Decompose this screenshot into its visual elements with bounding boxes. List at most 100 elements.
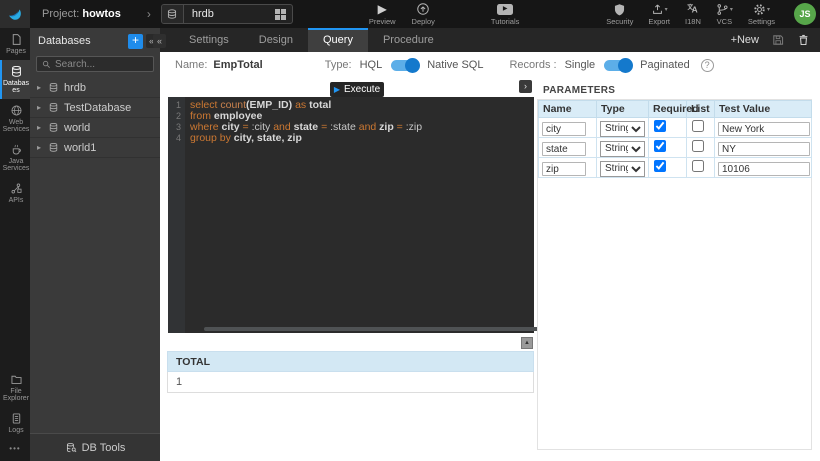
breadcrumb-chevron-icon: › <box>147 7 151 21</box>
param-required-checkbox[interactable] <box>654 160 666 172</box>
param-type-select[interactable]: String <box>600 161 645 177</box>
result-row: 1 <box>167 372 534 393</box>
tab-procedure[interactable]: Procedure <box>368 28 449 52</box>
parameter-row: String <box>539 138 812 158</box>
collapse-sidebar-chip[interactable]: « <box>153 34 166 48</box>
db-tools-icon <box>65 442 77 454</box>
tab-settings[interactable]: Settings <box>174 28 244 52</box>
vcs-button[interactable]: ▾ VCS <box>716 2 733 26</box>
more-options-icon[interactable]: ••• <box>0 438 30 459</box>
tab-design[interactable]: Design <box>244 28 308 52</box>
type-toggle[interactable] <box>391 60 418 71</box>
expand-caret-icon[interactable]: ▸ <box>37 103 46 112</box>
sidebar-item-databases[interactable]: Databases <box>0 60 30 99</box>
records-option-single[interactable]: Single <box>565 59 596 71</box>
search-input[interactable] <box>55 59 145 70</box>
sql-editor[interactable]: 1234 select count(EMP_ID) as totalfrom e… <box>168 97 534 333</box>
param-list-checkbox[interactable] <box>692 160 704 172</box>
database-icon <box>48 142 59 153</box>
app-logo[interactable] <box>0 0 30 28</box>
db-tools-button[interactable]: DB Tools <box>30 433 160 461</box>
database-icon <box>48 102 59 113</box>
new-query-button[interactable]: +New <box>731 34 759 46</box>
security-shield-icon <box>613 2 626 16</box>
caret-down-icon: ▾ <box>665 6 668 13</box>
preview-play-icon: ▶ <box>378 2 387 16</box>
coffee-cup-icon <box>10 143 23 156</box>
tutorials-video-icon: ▶ <box>497 2 513 16</box>
param-test-value-input[interactable] <box>718 162 810 176</box>
deploy-button[interactable]: Deploy <box>412 2 435 26</box>
parameters-title: PARAMETERS <box>543 85 615 96</box>
param-type-select[interactable]: String <box>600 121 645 137</box>
editor-code[interactable]: select count(EMP_ID) as totalfrom employ… <box>185 97 534 333</box>
expand-caret-icon[interactable]: ▸ <box>37 123 46 132</box>
param-list-checkbox[interactable] <box>692 120 704 132</box>
expand-params-icon[interactable]: › <box>519 80 532 93</box>
sidebar-item-logs[interactable]: Logs <box>0 407 30 439</box>
save-icon[interactable] <box>771 33 785 47</box>
type-option-hql[interactable]: HQL <box>360 59 383 71</box>
records-option-paginated[interactable]: Paginated <box>640 59 690 71</box>
parameter-row: String <box>539 158 812 178</box>
param-type-select[interactable]: String <box>600 141 645 157</box>
page-icon <box>10 33 23 46</box>
db-tree-item[interactable]: ▸ world <box>30 118 160 138</box>
query-tab-bar: Settings Design Query Procedure +New <box>160 28 820 52</box>
delete-trash-icon[interactable] <box>797 33 810 47</box>
user-avatar[interactable]: JS <box>794 3 816 25</box>
line-number: 2 <box>168 111 185 122</box>
records-toggle[interactable] <box>604 60 631 71</box>
add-database-button[interactable]: + <box>128 34 143 49</box>
project-name: howtos <box>82 8 121 20</box>
security-button[interactable]: Security <box>606 2 633 26</box>
sidebar-item-pages[interactable]: Pages <box>0 28 30 60</box>
db-tree-item[interactable]: ▸TestDatabase <box>30 98 160 118</box>
param-name-input[interactable] <box>542 142 586 156</box>
database-search[interactable] <box>36 56 154 72</box>
name-label: Name: <box>175 59 207 71</box>
line-number: 1 <box>168 100 185 111</box>
database-icon <box>48 122 59 133</box>
horizontal-scrollbar[interactable] <box>204 327 544 331</box>
param-list-checkbox[interactable] <box>692 140 704 152</box>
expand-caret-icon[interactable]: ▸ <box>37 83 46 92</box>
deploy-icon <box>416 2 430 16</box>
editor-gutter: 1234 <box>168 97 185 333</box>
param-test-value-input[interactable] <box>718 142 810 156</box>
database-selector[interactable]: hrdb <box>161 4 293 24</box>
execute-button[interactable]: ▶ Execute <box>330 82 384 97</box>
col-test-value: Test Value <box>715 101 812 118</box>
param-name-input[interactable] <box>542 162 586 176</box>
preview-button[interactable]: ▶ Preview <box>369 2 396 26</box>
parameters-body: String String String <box>539 118 812 178</box>
type-option-native-sql[interactable]: Native SQL <box>427 59 483 71</box>
database-name: world <box>64 122 90 134</box>
grid-view-icon[interactable] <box>275 9 286 20</box>
sidebar-item-file-explorer[interactable]: File Explorer <box>0 368 30 407</box>
db-list: ▸hrdb▸TestDatabase▸world▸world1 <box>30 78 160 158</box>
help-icon[interactable]: ? <box>701 59 714 72</box>
folder-icon <box>10 373 23 386</box>
db-tree-item[interactable]: ▸world1 <box>30 138 160 158</box>
line-number: 3 <box>168 122 185 133</box>
query-name-value[interactable]: EmpTotal <box>213 59 262 71</box>
param-required-checkbox[interactable] <box>654 140 666 152</box>
i18n-button[interactable]: A I18N <box>685 2 701 26</box>
db-tree-item[interactable]: ▸hrdb <box>30 78 160 98</box>
tab-query[interactable]: Query <box>308 28 368 52</box>
sidebar-item-java-services[interactable]: Java Services <box>0 138 30 177</box>
param-required-checkbox[interactable] <box>654 120 666 132</box>
sidebar-item-apis[interactable]: APIs <box>0 177 30 209</box>
settings-button[interactable]: ▾ Settings <box>748 2 775 26</box>
sidebar-item-web-services[interactable]: Web Services <box>0 99 30 138</box>
tutorials-button[interactable]: ▶ Tutorials <box>491 2 519 26</box>
collapse-editor-icon[interactable]: ▲ <box>521 337 533 349</box>
sql-code-line[interactable]: group by city, state, zip <box>190 133 534 144</box>
expand-caret-icon[interactable]: ▸ <box>37 143 46 152</box>
param-test-value-input[interactable] <box>718 122 810 136</box>
export-button[interactable]: ▾ Export <box>648 2 670 26</box>
search-icon <box>42 60 51 69</box>
selected-database: hrdb <box>184 8 275 20</box>
param-name-input[interactable] <box>542 122 586 136</box>
